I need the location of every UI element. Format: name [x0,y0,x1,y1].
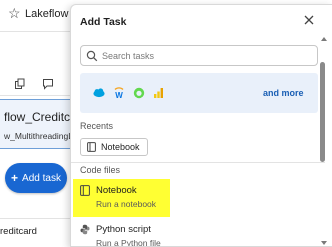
search-box[interactable] [80,45,318,66]
integrations-banner[interactable]: W and more [80,73,318,113]
add-task-dialog: Add Task W and more Recents [70,4,332,247]
task-type-notebook[interactable]: Notebook Run a notebook [73,179,170,217]
scrollbar-thumb[interactable] [320,62,325,162]
add-task-label: Add task [22,172,61,184]
scroll-up-arrow-icon[interactable] [321,37,327,41]
code-files-heading: Code files [80,165,121,175]
add-task-button[interactable]: + Add task [5,163,67,193]
divider [71,162,325,163]
recent-item-notebook[interactable]: Notebook [80,138,148,156]
workday-icon: W [114,87,124,99]
salesforce-icon [93,88,105,98]
recents-heading: Recents [80,121,114,131]
star-icon[interactable]: ☆ [8,5,21,22]
divider [0,95,80,96]
recent-item-label: Notebook [101,142,140,152]
task-type-python-script[interactable]: Python script Run a Python file [73,218,323,247]
search-icon [86,50,98,62]
comment-icon[interactable] [42,77,54,90]
canvas-toolbar [14,77,54,90]
power-bi-icon [154,88,163,98]
divider [0,218,80,219]
dialog-title: Add Task [80,16,127,28]
task-node-subtitle: w_MultithreadingLo [4,131,78,141]
notebook-icon [80,185,90,196]
copy-icon[interactable] [14,77,26,89]
task-type-description: Run a Python file [96,238,161,247]
task-type-title: Notebook [96,185,137,196]
task-field-value: reditcard [0,226,37,237]
notebook-icon [87,142,96,152]
scroll-down-arrow-icon[interactable] [321,241,327,245]
close-icon [304,15,314,25]
and-more-link[interactable]: and more [263,88,304,98]
search-input[interactable] [102,48,312,63]
python-icon [80,224,90,235]
servicenow-icon [133,87,145,99]
task-type-title: Python script [96,224,151,235]
svg-text:W: W [115,91,123,99]
task-type-description: Run a notebook [96,199,157,209]
close-button[interactable] [302,13,316,27]
plus-icon: + [11,171,19,185]
